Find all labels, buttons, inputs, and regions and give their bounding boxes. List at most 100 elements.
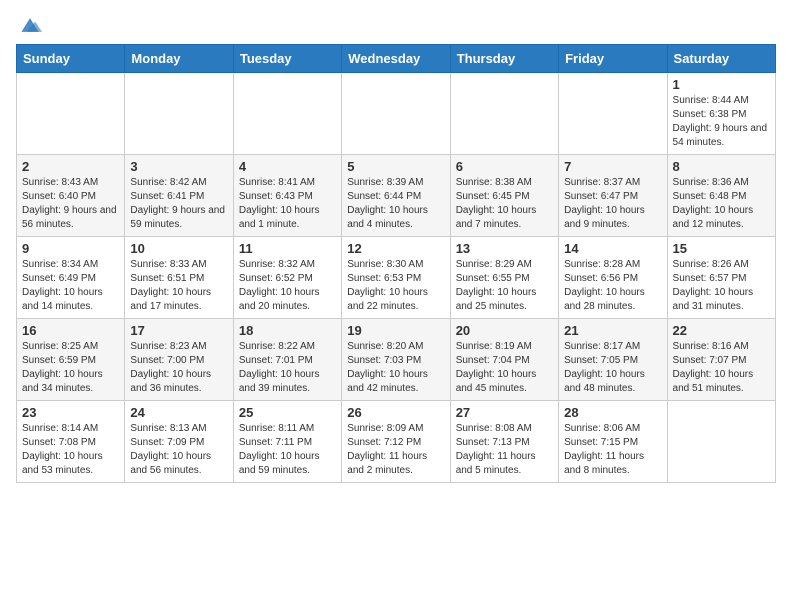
day-number: 3 (130, 159, 227, 174)
day-info: Sunrise: 8:37 AM Sunset: 6:47 PM Dayligh… (564, 176, 661, 232)
day-number: 18 (239, 323, 336, 338)
day-info: Sunrise: 8:29 AM Sunset: 6:55 PM Dayligh… (456, 258, 553, 314)
day-info: Sunrise: 8:23 AM Sunset: 7:00 PM Dayligh… (130, 340, 227, 396)
calendar-week-row: 1 Sunrise: 8:44 AM Sunset: 6:38 PM Daylig… (17, 73, 776, 155)
calendar-cell (125, 73, 233, 155)
day-number: 4 (239, 159, 336, 174)
calendar-cell: 10 Sunrise: 8:33 AM Sunset: 6:51 PM Dayli… (125, 237, 233, 319)
calendar-cell: 16 Sunrise: 8:25 AM Sunset: 6:59 PM Dayli… (17, 319, 125, 401)
day-info: Sunrise: 8:19 AM Sunset: 7:04 PM Dayligh… (456, 340, 553, 396)
calendar-cell: 26 Sunrise: 8:09 AM Sunset: 7:12 PM Dayli… (342, 401, 450, 483)
day-info: Sunrise: 8:44 AM Sunset: 6:38 PM Dayligh… (673, 94, 770, 150)
calendar-header-wednesday: Wednesday (342, 45, 450, 73)
day-number: 5 (347, 159, 444, 174)
day-number: 22 (673, 323, 770, 338)
calendar-cell: 11 Sunrise: 8:32 AM Sunset: 6:52 PM Dayli… (233, 237, 341, 319)
day-info: Sunrise: 8:33 AM Sunset: 6:51 PM Dayligh… (130, 258, 227, 314)
day-info: Sunrise: 8:22 AM Sunset: 7:01 PM Dayligh… (239, 340, 336, 396)
day-info: Sunrise: 8:42 AM Sunset: 6:41 PM Dayligh… (130, 176, 227, 232)
calendar-cell (342, 73, 450, 155)
calendar-week-row: 2 Sunrise: 8:43 AM Sunset: 6:40 PM Daylig… (17, 155, 776, 237)
calendar-cell: 25 Sunrise: 8:11 AM Sunset: 7:11 PM Dayli… (233, 401, 341, 483)
header (16, 16, 776, 34)
calendar-cell: 22 Sunrise: 8:16 AM Sunset: 7:07 PM Dayli… (667, 319, 775, 401)
day-number: 11 (239, 241, 336, 256)
day-info: Sunrise: 8:28 AM Sunset: 6:56 PM Dayligh… (564, 258, 661, 314)
calendar-cell: 6 Sunrise: 8:38 AM Sunset: 6:45 PM Daylig… (450, 155, 558, 237)
day-number: 2 (22, 159, 119, 174)
calendar-cell: 19 Sunrise: 8:20 AM Sunset: 7:03 PM Dayli… (342, 319, 450, 401)
calendar-header-tuesday: Tuesday (233, 45, 341, 73)
day-info: Sunrise: 8:20 AM Sunset: 7:03 PM Dayligh… (347, 340, 444, 396)
calendar-cell (450, 73, 558, 155)
calendar-header-friday: Friday (559, 45, 667, 73)
calendar-cell (667, 401, 775, 483)
day-info: Sunrise: 8:11 AM Sunset: 7:11 PM Dayligh… (239, 422, 336, 478)
calendar-cell: 21 Sunrise: 8:17 AM Sunset: 7:05 PM Dayli… (559, 319, 667, 401)
day-number: 28 (564, 405, 661, 420)
day-number: 7 (564, 159, 661, 174)
day-info: Sunrise: 8:41 AM Sunset: 6:43 PM Dayligh… (239, 176, 336, 232)
day-number: 23 (22, 405, 119, 420)
day-number: 1 (673, 77, 770, 92)
logo-icon (18, 16, 42, 34)
day-number: 20 (456, 323, 553, 338)
calendar-cell: 4 Sunrise: 8:41 AM Sunset: 6:43 PM Daylig… (233, 155, 341, 237)
calendar-cell: 12Sunrise: 8:30 AM Sunset: 6:53 PM Dayli… (342, 237, 450, 319)
day-info: Sunrise: 8:06 AM Sunset: 7:15 PM Dayligh… (564, 422, 661, 478)
day-number: 14 (564, 241, 661, 256)
calendar-header-sunday: Sunday (17, 45, 125, 73)
calendar-cell: 27 Sunrise: 8:08 AM Sunset: 7:13 PM Dayli… (450, 401, 558, 483)
day-number: 8 (673, 159, 770, 174)
day-info: Sunrise: 8:16 AM Sunset: 7:07 PM Dayligh… (673, 340, 770, 396)
calendar-cell: 8Sunrise: 8:36 AM Sunset: 6:48 PM Daylig… (667, 155, 775, 237)
day-info: Sunrise: 8:39 AM Sunset: 6:44 PM Dayligh… (347, 176, 444, 232)
day-number: 16 (22, 323, 119, 338)
calendar-cell: 14 Sunrise: 8:28 AM Sunset: 6:56 PM Dayli… (559, 237, 667, 319)
calendar-header-thursday: Thursday (450, 45, 558, 73)
day-number: 17 (130, 323, 227, 338)
calendar: SundayMondayTuesdayWednesdayThursdayFrid… (16, 44, 776, 483)
day-info: Sunrise: 8:34 AM Sunset: 6:49 PM Dayligh… (22, 258, 119, 314)
day-number: 19 (347, 323, 444, 338)
calendar-cell: 23 Sunrise: 8:14 AM Sunset: 7:08 PM Dayli… (17, 401, 125, 483)
calendar-week-row: 9 Sunrise: 8:34 AM Sunset: 6:49 PM Daylig… (17, 237, 776, 319)
calendar-cell: 17 Sunrise: 8:23 AM Sunset: 7:00 PM Dayli… (125, 319, 233, 401)
day-number: 15 (673, 241, 770, 256)
day-number: 13 (456, 241, 553, 256)
day-number: 6 (456, 159, 553, 174)
calendar-cell: 5 Sunrise: 8:39 AM Sunset: 6:44 PM Daylig… (342, 155, 450, 237)
day-number: 12 (347, 241, 444, 256)
day-info: Sunrise: 8:32 AM Sunset: 6:52 PM Dayligh… (239, 258, 336, 314)
day-number: 9 (22, 241, 119, 256)
calendar-cell: 2 Sunrise: 8:43 AM Sunset: 6:40 PM Daylig… (17, 155, 125, 237)
calendar-week-row: 16 Sunrise: 8:25 AM Sunset: 6:59 PM Dayli… (17, 319, 776, 401)
day-number: 10 (130, 241, 227, 256)
calendar-header-monday: Monday (125, 45, 233, 73)
calendar-cell: 15Sunrise: 8:26 AM Sunset: 6:57 PM Dayli… (667, 237, 775, 319)
day-number: 21 (564, 323, 661, 338)
day-info: Sunrise: 8:09 AM Sunset: 7:12 PM Dayligh… (347, 422, 444, 478)
day-number: 26 (347, 405, 444, 420)
calendar-header-saturday: Saturday (667, 45, 775, 73)
day-number: 24 (130, 405, 227, 420)
day-number: 25 (239, 405, 336, 420)
day-info: Sunrise: 8:08 AM Sunset: 7:13 PM Dayligh… (456, 422, 553, 478)
calendar-header-row: SundayMondayTuesdayWednesdayThursdayFrid… (17, 45, 776, 73)
calendar-cell: 1 Sunrise: 8:44 AM Sunset: 6:38 PM Daylig… (667, 73, 775, 155)
calendar-cell: 13 Sunrise: 8:29 AM Sunset: 6:55 PM Dayli… (450, 237, 558, 319)
day-number: 27 (456, 405, 553, 420)
day-info: Sunrise: 8:14 AM Sunset: 7:08 PM Dayligh… (22, 422, 119, 478)
calendar-cell: 9 Sunrise: 8:34 AM Sunset: 6:49 PM Daylig… (17, 237, 125, 319)
calendar-cell: 7 Sunrise: 8:37 AM Sunset: 6:47 PM Daylig… (559, 155, 667, 237)
calendar-cell (17, 73, 125, 155)
calendar-cell: 28 Sunrise: 8:06 AM Sunset: 7:15 PM Dayli… (559, 401, 667, 483)
calendar-cell: 20 Sunrise: 8:19 AM Sunset: 7:04 PM Dayli… (450, 319, 558, 401)
day-info: Sunrise: 8:17 AM Sunset: 7:05 PM Dayligh… (564, 340, 661, 396)
day-info: Sunrise: 8:38 AM Sunset: 6:45 PM Dayligh… (456, 176, 553, 232)
day-info: Sunrise: 8:25 AM Sunset: 6:59 PM Dayligh… (22, 340, 119, 396)
day-info: Sunrise: 8:43 AM Sunset: 6:40 PM Dayligh… (22, 176, 119, 232)
calendar-cell (233, 73, 341, 155)
logo (16, 16, 42, 34)
calendar-cell: 18 Sunrise: 8:22 AM Sunset: 7:01 PM Dayli… (233, 319, 341, 401)
